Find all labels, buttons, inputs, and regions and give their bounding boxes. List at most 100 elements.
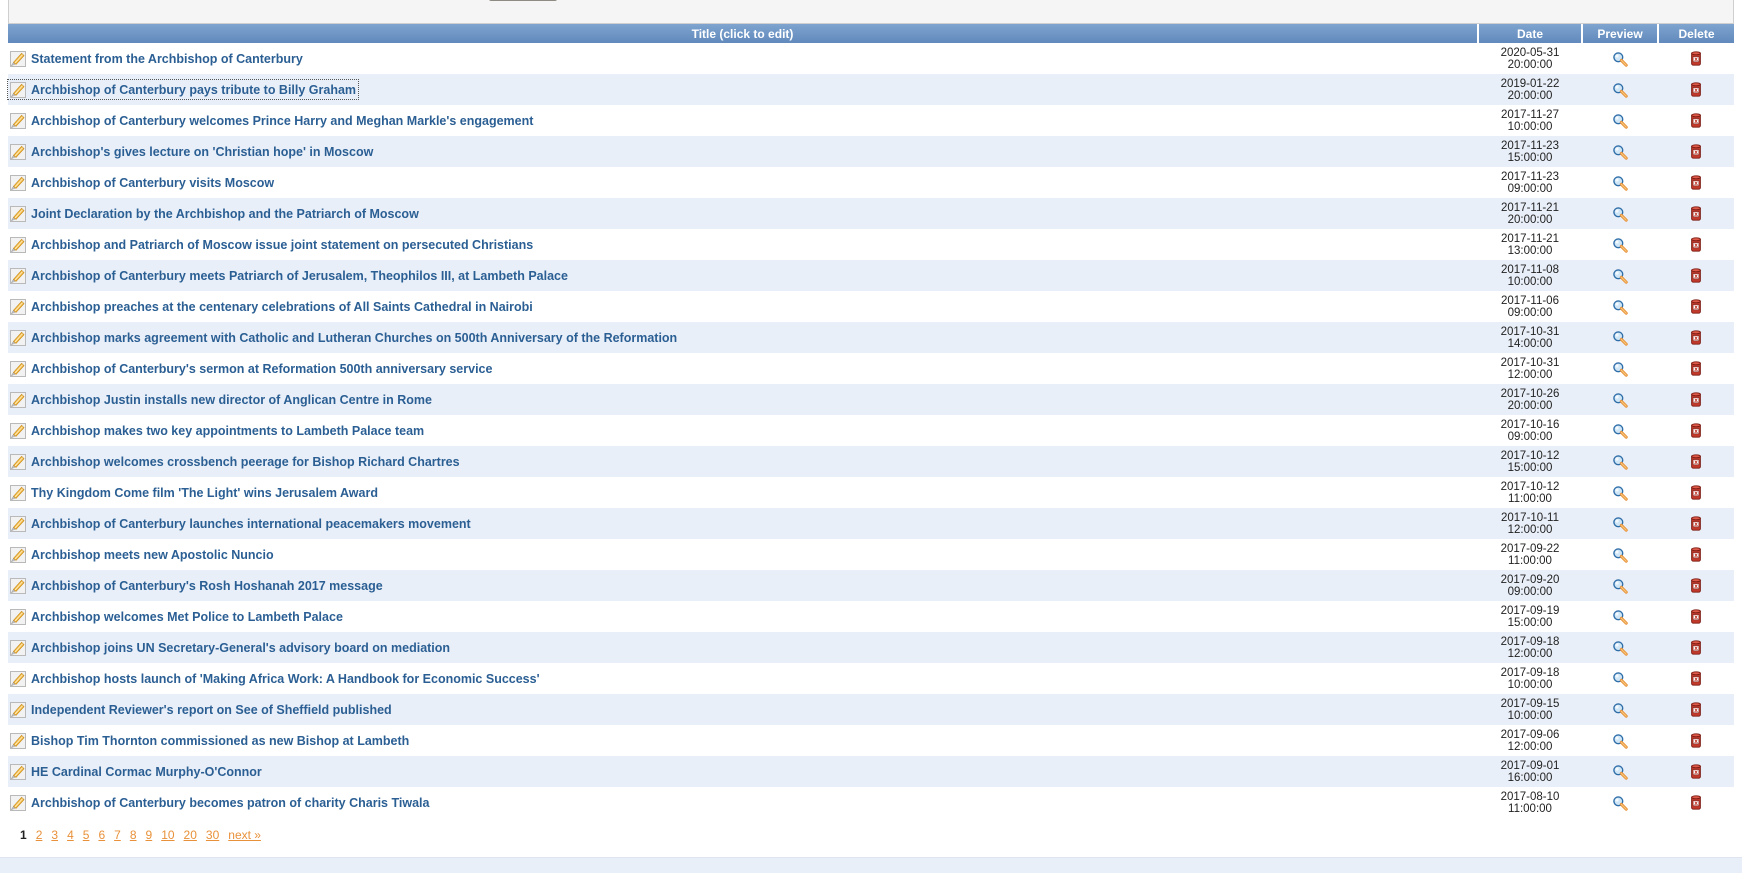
delete-button[interactable]	[1688, 236, 1704, 253]
magnifier-icon[interactable]	[1612, 205, 1628, 222]
preview-button[interactable]	[1612, 701, 1628, 718]
delete-bin-icon[interactable]	[1688, 608, 1704, 625]
preview-button[interactable]	[1612, 763, 1628, 780]
delete-button[interactable]	[1688, 577, 1704, 594]
preview-button[interactable]	[1612, 484, 1628, 501]
preview-button[interactable]	[1612, 639, 1628, 656]
delete-bin-icon[interactable]	[1688, 639, 1704, 656]
delete-button[interactable]	[1688, 205, 1704, 222]
news-item-title-link[interactable]: Archbishop joins UN Secretary-General's …	[31, 641, 450, 655]
pagination-page-link[interactable]: 7	[114, 828, 121, 842]
magnifier-icon[interactable]	[1612, 267, 1628, 284]
preview-button[interactable]	[1612, 112, 1628, 129]
news-item-title-link[interactable]: Archbishop marks agreement with Catholic…	[31, 331, 677, 345]
magnifier-icon[interactable]	[1612, 763, 1628, 780]
delete-button[interactable]	[1688, 50, 1704, 67]
delete-button[interactable]	[1688, 112, 1704, 129]
news-item-title-link[interactable]: Archbishop of Canterbury's Rosh Hoshanah…	[31, 579, 383, 593]
news-item-title-link[interactable]: Archbishop welcomes Met Police to Lambet…	[31, 610, 343, 624]
news-item-title-link[interactable]: Archbishop of Canterbury pays tribute to…	[31, 83, 356, 97]
news-item-title-link[interactable]: Archbishop of Canterbury welcomes Prince…	[31, 114, 533, 128]
delete-button[interactable]	[1688, 484, 1704, 501]
delete-bin-icon[interactable]	[1688, 81, 1704, 98]
magnifier-icon[interactable]	[1612, 453, 1628, 470]
news-item-title-link[interactable]: Archbishop of Canterbury launches intern…	[31, 517, 471, 531]
magnifier-icon[interactable]	[1612, 81, 1628, 98]
preview-button[interactable]	[1612, 81, 1628, 98]
delete-bin-icon[interactable]	[1688, 484, 1704, 501]
magnifier-icon[interactable]	[1612, 329, 1628, 346]
preview-button[interactable]	[1612, 732, 1628, 749]
delete-bin-icon[interactable]	[1688, 577, 1704, 594]
magnifier-icon[interactable]	[1612, 112, 1628, 129]
pagination-page-link[interactable]: 5	[83, 828, 90, 842]
news-item-title-link[interactable]: Thy Kingdom Come film 'The Light' wins J…	[31, 486, 378, 500]
delete-button[interactable]	[1688, 701, 1704, 718]
delete-bin-icon[interactable]	[1688, 205, 1704, 222]
column-header-title[interactable]: Title (click to edit)	[8, 24, 1479, 43]
pagination-page-link[interactable]: 6	[98, 828, 105, 842]
magnifier-icon[interactable]	[1612, 577, 1628, 594]
preview-button[interactable]	[1612, 794, 1628, 811]
preview-button[interactable]	[1612, 608, 1628, 625]
pagination-page-link[interactable]: 20	[184, 828, 197, 842]
delete-bin-icon[interactable]	[1688, 670, 1704, 687]
delete-button[interactable]	[1688, 174, 1704, 191]
delete-bin-icon[interactable]	[1688, 546, 1704, 563]
delete-button[interactable]	[1688, 794, 1704, 811]
news-item-title-link[interactable]: Archbishop of Canterbury's sermon at Ref…	[31, 362, 492, 376]
delete-bin-icon[interactable]	[1688, 236, 1704, 253]
delete-bin-icon[interactable]	[1688, 112, 1704, 129]
delete-bin-icon[interactable]	[1688, 143, 1704, 160]
preview-button[interactable]	[1612, 267, 1628, 284]
news-item-title-link[interactable]: Joint Declaration by the Archbishop and …	[31, 207, 419, 221]
delete-bin-icon[interactable]	[1688, 794, 1704, 811]
delete-button[interactable]	[1688, 422, 1704, 438]
delete-bin-icon[interactable]	[1688, 174, 1704, 191]
magnifier-icon[interactable]	[1612, 143, 1628, 160]
news-item-title-link[interactable]: Archbishop makes two key appointments to…	[31, 424, 424, 438]
pagination-page-link[interactable]: 9	[146, 828, 153, 842]
preview-button[interactable]	[1612, 236, 1628, 253]
delete-button[interactable]	[1688, 81, 1704, 98]
news-item-title-link[interactable]: Archbishop of Canterbury meets Patriarch…	[31, 269, 568, 283]
pagination-page-link[interactable]: 3	[51, 828, 58, 842]
delete-button[interactable]	[1688, 763, 1704, 779]
delete-button[interactable]	[1688, 639, 1704, 656]
news-item-title-link[interactable]: Independent Reviewer's report on See of …	[31, 703, 392, 717]
delete-bin-icon[interactable]	[1688, 360, 1704, 377]
preview-button[interactable]	[1612, 515, 1628, 532]
news-item-title-link[interactable]: Archbishop's gives lecture on 'Christian…	[31, 145, 373, 159]
delete-bin-icon[interactable]	[1688, 732, 1704, 749]
preview-button[interactable]	[1612, 360, 1628, 377]
delete-button[interactable]	[1688, 732, 1704, 749]
delete-button[interactable]	[1688, 391, 1704, 407]
magnifier-icon[interactable]	[1612, 515, 1628, 532]
delete-bin-icon[interactable]	[1688, 50, 1704, 67]
pagination-page-link[interactable]: 10	[161, 828, 174, 842]
column-header-preview[interactable]: Preview	[1582, 24, 1659, 43]
column-header-delete[interactable]: Delete	[1658, 24, 1734, 43]
delete-button[interactable]	[1688, 670, 1704, 687]
news-item-title-link[interactable]: Statement from the Archbishop of Canterb…	[31, 52, 303, 66]
delete-button[interactable]	[1688, 143, 1704, 160]
preview-button[interactable]	[1612, 205, 1628, 222]
pagination-page-link[interactable]: 2	[36, 828, 43, 842]
delete-button[interactable]	[1688, 329, 1704, 346]
delete-bin-icon[interactable]	[1688, 701, 1704, 718]
preview-button[interactable]	[1612, 329, 1628, 346]
magnifier-icon[interactable]	[1612, 236, 1628, 253]
magnifier-icon[interactable]	[1612, 608, 1628, 625]
pagination-page-link[interactable]: 4	[67, 828, 74, 842]
magnifier-icon[interactable]	[1612, 546, 1628, 563]
delete-bin-icon[interactable]	[1688, 267, 1704, 284]
preview-button[interactable]	[1612, 577, 1628, 594]
delete-button[interactable]	[1688, 546, 1704, 563]
delete-bin-icon[interactable]	[1688, 298, 1704, 315]
delete-bin-icon[interactable]	[1688, 329, 1704, 346]
news-item-title-link[interactable]: Archbishop of Canterbury becomes patron …	[31, 796, 429, 810]
magnifier-icon[interactable]	[1612, 732, 1628, 749]
top-panel-button[interactable]	[489, 0, 557, 1]
delete-button[interactable]	[1688, 453, 1704, 470]
delete-bin-icon[interactable]	[1688, 453, 1704, 470]
